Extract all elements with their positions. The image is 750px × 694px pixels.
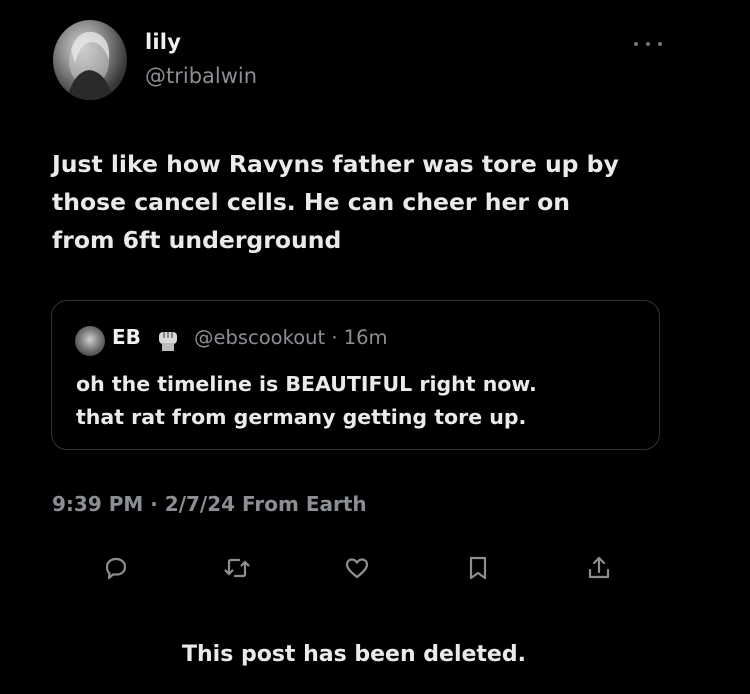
bookmark-icon[interactable] (462, 552, 494, 584)
raised-fist-icon (156, 326, 180, 352)
post-timestamp[interactable]: 9:39 PM · 2/7/24 From Earth (52, 492, 367, 516)
repost-icon[interactable] (221, 552, 253, 584)
reply-icon[interactable] (100, 552, 132, 584)
author-display-name[interactable]: lily (145, 30, 181, 54)
quote-tweet-card[interactable]: EB @ebscookout · 16m oh the timeline is … (51, 300, 660, 450)
tweet-post: lily @tribalwin Just like how Ravyns fat… (0, 0, 750, 694)
user-avatar[interactable] (53, 20, 127, 100)
share-icon[interactable] (583, 552, 615, 584)
quote-author-name: EB (112, 325, 141, 349)
action-bar (0, 552, 750, 586)
more-horizontal-icon[interactable] (634, 34, 662, 54)
quote-text: oh the timeline is BEAUTIFUL right now. … (76, 372, 537, 429)
like-icon[interactable] (341, 552, 373, 584)
author-handle[interactable]: @tribalwin (145, 64, 257, 88)
tweet-text: Just like how Ravyns father was tore up … (52, 150, 619, 254)
quote-author-avatar (75, 326, 105, 356)
deleted-notice-text: This post has been deleted. (182, 642, 526, 667)
quote-handle-time: @ebscookout · 16m (194, 326, 388, 349)
